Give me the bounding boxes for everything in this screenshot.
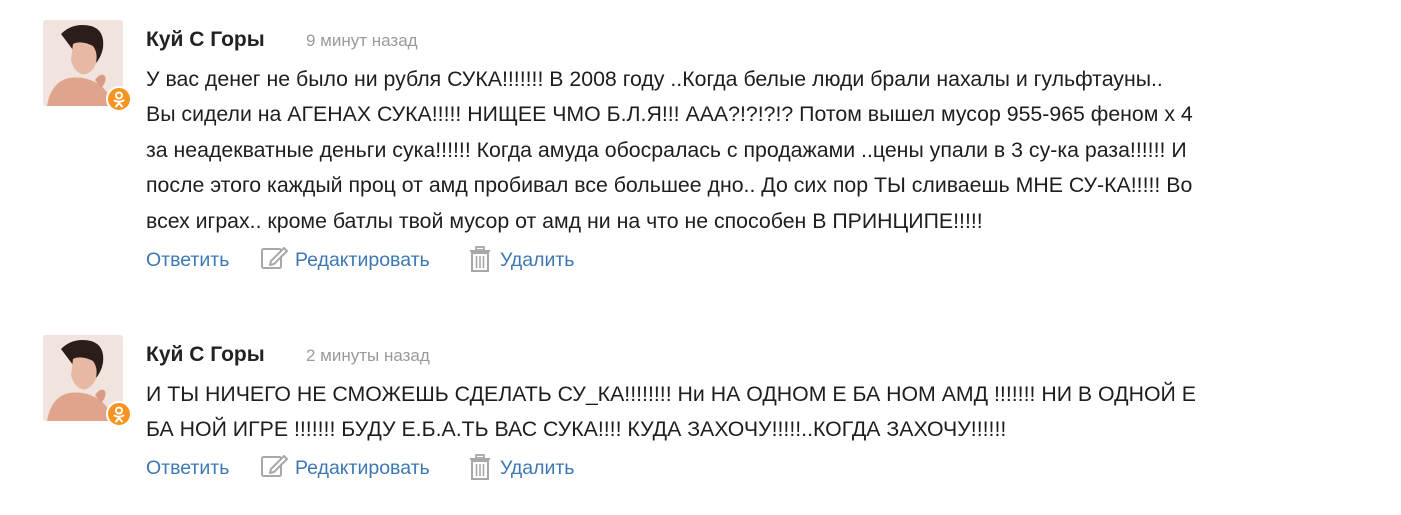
- comment-text-line: после этого каждый проц от амд пробивал …: [146, 173, 1193, 198]
- trash-icon[interactable]: [469, 245, 491, 273]
- comment-time: 2 минуты назад: [306, 346, 430, 365]
- odnoklassniki-icon: [106, 401, 132, 427]
- delete-button[interactable]: Удалить: [500, 454, 574, 482]
- comment-author[interactable]: Куй С Горы: [146, 343, 265, 367]
- edit-button[interactable]: Редактировать: [295, 454, 430, 482]
- comment-text: У вас денег не было ни рубля СУКА!!!!!!!…: [146, 62, 1386, 239]
- comment-author[interactable]: Куй С Горы: [146, 28, 265, 52]
- trash-icon[interactable]: [469, 453, 491, 481]
- odnoklassniki-icon: [106, 86, 132, 112]
- comment-text-line: И ТЫ НИЧЕГО НЕ СМОЖЕШЬ СДЕЛАТЬ СУ_КА!!!!…: [146, 382, 1196, 406]
- pencil-edit-icon[interactable]: [260, 244, 288, 272]
- reply-button[interactable]: Ответить: [146, 246, 229, 274]
- comment-text-line: У вас денег не было ни рубля СУКА!!!!!!!…: [146, 67, 1163, 91]
- comment-text-line: БА НОЙ ИГРЕ !!!!!!! БУДУ Е.Б.А.ТЬ ВАС СУ…: [146, 417, 1007, 442]
- reply-button[interactable]: Ответить: [146, 454, 229, 482]
- comment-text-line: всех играх.. кроме батлы твой мусор от а…: [146, 208, 983, 233]
- comment-text-line: Вы сидели на АГЕНАХ СУКА!!!!! НИЩЕЕ ЧМО …: [146, 102, 1193, 127]
- pencil-edit-icon[interactable]: [260, 452, 288, 480]
- comment-text: И ТЫ НИЧЕГО НЕ СМОЖЕШЬ СДЕЛАТЬ СУ_КА!!!!…: [146, 377, 1386, 448]
- comment-time: 9 минут назад: [306, 31, 418, 50]
- comment-text-line: за неадекватные деньги сука!!!!!! Когда …: [146, 137, 1187, 162]
- delete-button[interactable]: Удалить: [500, 246, 574, 274]
- edit-button[interactable]: Редактировать: [295, 246, 430, 274]
